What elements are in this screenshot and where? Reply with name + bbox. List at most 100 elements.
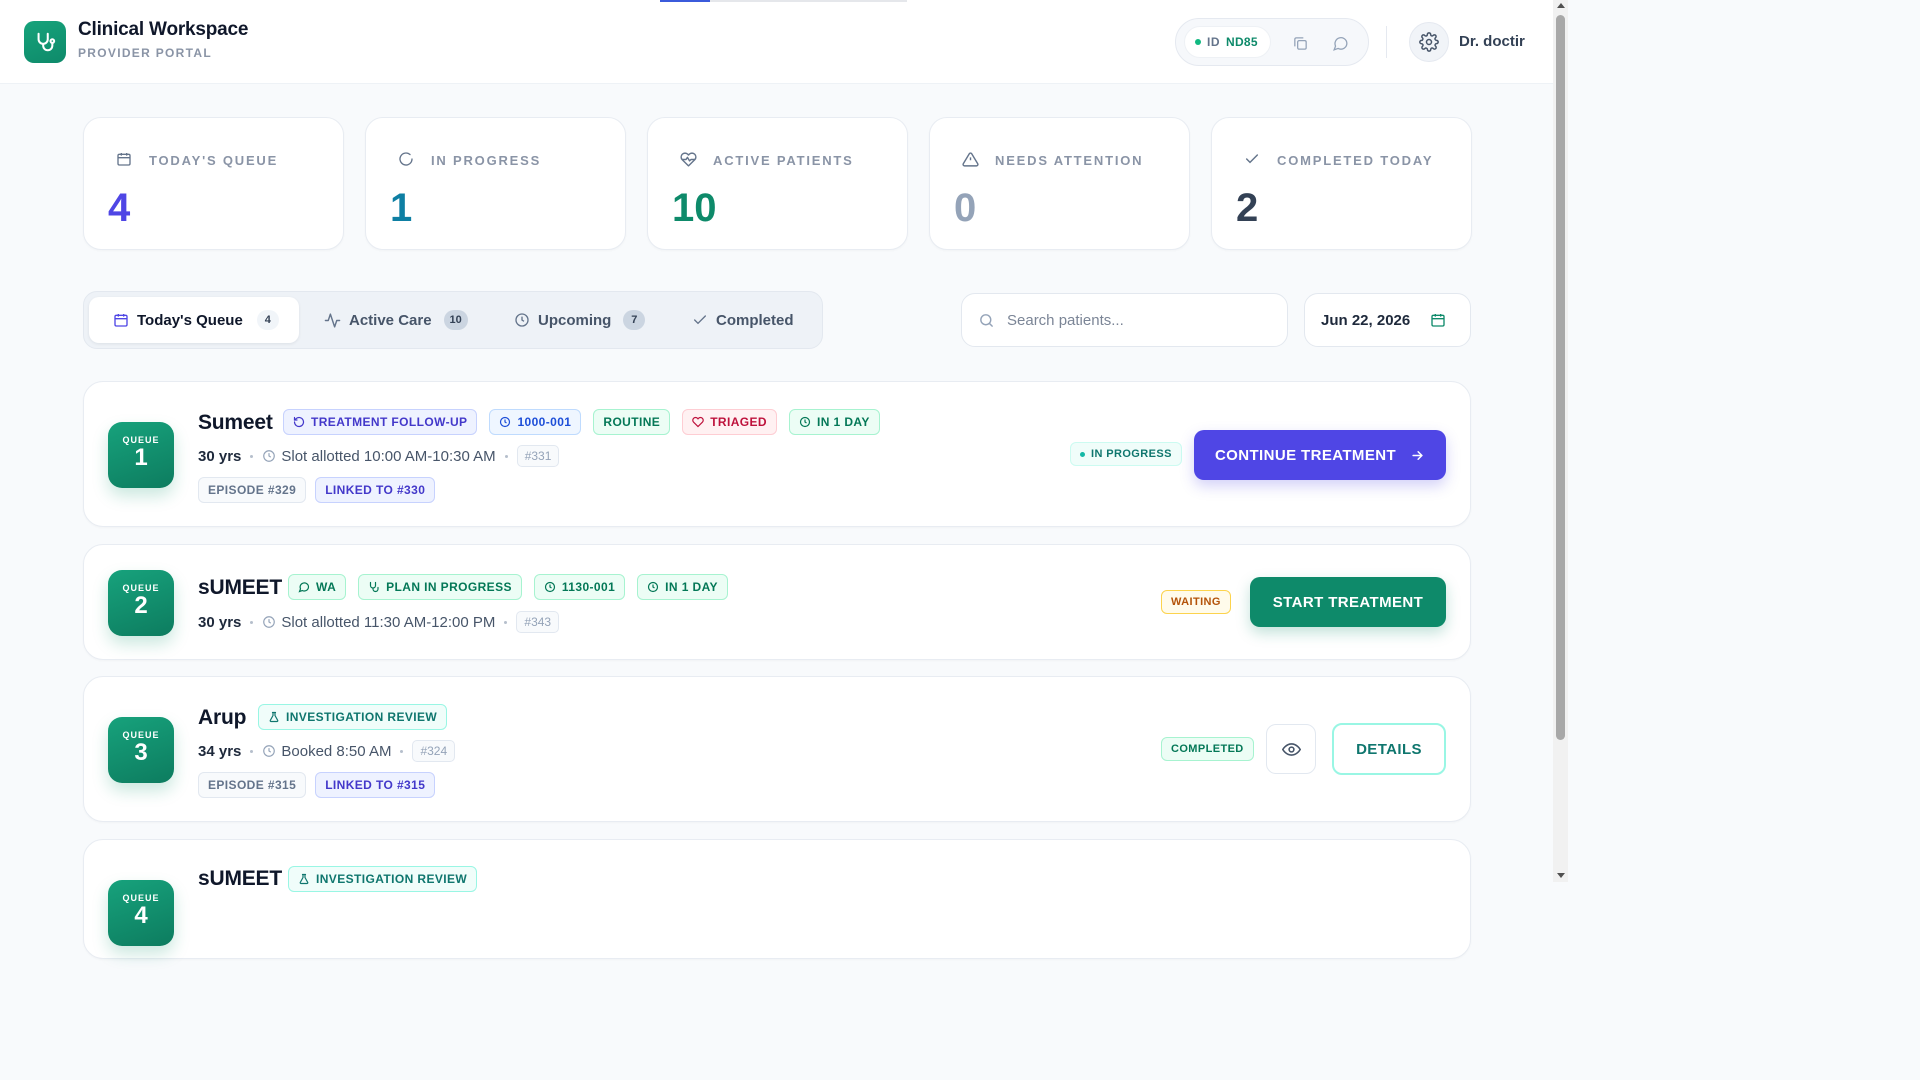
flask-icon bbox=[269, 711, 279, 723]
patient-meta: 34 yrs Booked 8:50 AM #324 bbox=[198, 740, 456, 762]
queue-badge: QUEUE 1 bbox=[108, 422, 174, 488]
date-picker[interactable]: Jun 22, 2026 bbox=[1304, 293, 1471, 347]
patient-card[interactable]: QUEUE 2 sUMEET WA PLAN IN PROGRESS 1130-… bbox=[83, 544, 1471, 660]
provider-id-chip[interactable]: ID ND85 bbox=[1184, 26, 1271, 58]
slot-time: Slot allotted 11:30 AM-12:00 PM bbox=[281, 613, 496, 631]
patient-name[interactable]: Arup bbox=[198, 706, 246, 730]
episode-tag[interactable]: EPISODE #329 bbox=[198, 477, 307, 503]
clock-icon bbox=[263, 745, 276, 757]
slot-code-chip: 1130-001 bbox=[533, 574, 626, 600]
plan-chip: PLAN IN PROGRESS bbox=[358, 574, 522, 600]
patient-age: 30 yrs bbox=[198, 613, 242, 631]
stat-value: 2 bbox=[1236, 186, 1259, 230]
tab-label: Completed bbox=[716, 311, 794, 329]
priority-chip: ROUTINE bbox=[593, 409, 671, 435]
tab-count: 4 bbox=[256, 310, 279, 330]
stat-card-active-patients[interactable]: ACTIVE PATIENTS 10 bbox=[647, 117, 908, 250]
stat-value: 4 bbox=[108, 186, 131, 230]
selected-date: Jun 22, 2026 bbox=[1321, 311, 1411, 329]
tab-label: Active Care bbox=[349, 311, 432, 329]
stat-value: 1 bbox=[390, 186, 413, 230]
slot-time: Slot allotted 10:00 AM-10:30 AM bbox=[281, 447, 496, 465]
scroll-down-icon[interactable] bbox=[1557, 873, 1565, 878]
start-treatment-button[interactable]: START TREATMENT bbox=[1250, 577, 1446, 627]
app-title: Clinical Workspace bbox=[78, 19, 249, 40]
copy-icon[interactable] bbox=[1288, 31, 1312, 55]
calendar-icon bbox=[1431, 314, 1445, 327]
tab-upcoming[interactable]: Upcoming 7 bbox=[500, 297, 659, 343]
status-dot-icon bbox=[1080, 451, 1085, 457]
view-button[interactable] bbox=[1266, 724, 1316, 774]
activity-icon bbox=[324, 312, 341, 328]
refresh-icon bbox=[293, 416, 305, 428]
clock-icon bbox=[263, 616, 276, 628]
user-name[interactable]: Dr. doctir bbox=[1459, 33, 1525, 50]
alert-triangle-icon bbox=[961, 150, 979, 168]
chat-icon bbox=[298, 582, 310, 593]
patient-name[interactable]: Sumeet bbox=[198, 411, 273, 435]
queue-number: 3 bbox=[134, 739, 148, 766]
id-label: ID bbox=[1207, 35, 1220, 49]
app-header: Clinical Workspace PROVIDER PORTAL ID ND… bbox=[0, 0, 1553, 84]
queue-tabs: Today's Queue 4 Active Care 10 Upcoming … bbox=[83, 291, 823, 349]
tab-count: 10 bbox=[443, 310, 468, 330]
eye-icon bbox=[1281, 742, 1301, 756]
channel-chip: WA bbox=[288, 574, 347, 600]
check-icon bbox=[694, 315, 706, 325]
id-value: ND85 bbox=[1226, 35, 1258, 49]
status-badge: WAITING bbox=[1161, 590, 1231, 614]
patient-age: 34 yrs bbox=[198, 742, 242, 760]
patient-chips: TREATMENT FOLLOW-UP 1000-001 ROUTINE TRI… bbox=[283, 409, 880, 435]
stat-value: 10 bbox=[672, 186, 717, 230]
linked-tag[interactable]: LINKED TO #315 bbox=[315, 772, 436, 798]
status-badge: IN PROGRESS bbox=[1070, 442, 1182, 466]
arrow-right-icon bbox=[1412, 450, 1423, 460]
patient-meta: 30 yrs Slot allotted 10:00 AM-10:30 AM #… bbox=[198, 445, 560, 467]
tab-completed[interactable]: Completed bbox=[678, 297, 808, 343]
tab-label: Today's Queue bbox=[137, 311, 243, 329]
stat-label: NEEDS ATTENTION bbox=[995, 153, 1144, 168]
patient-card[interactable]: QUEUE 3 Arup INVESTIGATION REVIEW 34 yrs… bbox=[83, 676, 1471, 822]
scroll-thumb[interactable] bbox=[1556, 15, 1565, 740]
header-divider bbox=[1386, 26, 1387, 58]
check-icon bbox=[1243, 150, 1261, 168]
stethoscope-logo-icon[interactable] bbox=[24, 21, 66, 63]
refresh-icon bbox=[397, 150, 415, 168]
continue-treatment-button[interactable]: CONTINUE TREATMENT bbox=[1194, 430, 1446, 480]
queue-number: 4 bbox=[134, 902, 148, 929]
patient-card[interactable]: QUEUE 4 sUMEET INVESTIGATION REVIEW bbox=[83, 839, 1471, 959]
patient-name[interactable]: sUMEET bbox=[198, 867, 282, 891]
patient-card[interactable]: QUEUE 1 Sumeet TREATMENT FOLLOW-UP 1000-… bbox=[83, 381, 1471, 527]
separator-dot bbox=[400, 749, 404, 753]
header-tools: ID ND85 bbox=[1175, 18, 1369, 66]
separator-dot bbox=[504, 620, 508, 624]
patient-name[interactable]: sUMEET bbox=[198, 576, 282, 600]
search-input[interactable] bbox=[1007, 311, 1267, 329]
heart-pulse-icon bbox=[679, 150, 697, 168]
patient-search[interactable] bbox=[961, 293, 1288, 347]
search-icon bbox=[980, 313, 993, 327]
chat-icon[interactable] bbox=[1328, 31, 1352, 55]
tab-todays-queue[interactable]: Today's Queue 4 bbox=[89, 297, 299, 343]
heart-pulse-icon bbox=[692, 416, 704, 428]
tab-label: Upcoming bbox=[538, 311, 612, 329]
stethoscope-icon bbox=[370, 581, 379, 593]
details-button[interactable]: DETAILS bbox=[1332, 723, 1446, 775]
tab-active-care[interactable]: Active Care 10 bbox=[310, 297, 482, 343]
stat-card-needs-attention[interactable]: NEEDS ATTENTION 0 bbox=[929, 117, 1190, 250]
status-badge: COMPLETED bbox=[1161, 737, 1254, 761]
clock-icon bbox=[500, 416, 511, 428]
stat-card-todays-queue[interactable]: TODAY'S QUEUE 4 bbox=[83, 117, 344, 250]
stat-card-in-progress[interactable]: IN PROGRESS 1 bbox=[365, 117, 626, 250]
settings-button[interactable] bbox=[1409, 22, 1449, 62]
triage-chip: TRIAGED bbox=[682, 409, 777, 435]
loading-bar bbox=[660, 0, 907, 2]
linked-tag[interactable]: LINKED TO #330 bbox=[315, 477, 436, 503]
slot-code-chip: 1000-001 bbox=[489, 409, 582, 435]
visit-type-chip: INVESTIGATION REVIEW bbox=[288, 866, 478, 892]
episode-tag[interactable]: EPISODE #315 bbox=[198, 772, 307, 798]
page-scrollbar[interactable] bbox=[1553, 0, 1568, 882]
stat-card-completed-today[interactable]: COMPLETED TODAY 2 bbox=[1211, 117, 1472, 250]
stat-label: TODAY'S QUEUE bbox=[149, 153, 279, 168]
scroll-up-icon[interactable] bbox=[1557, 3, 1565, 8]
